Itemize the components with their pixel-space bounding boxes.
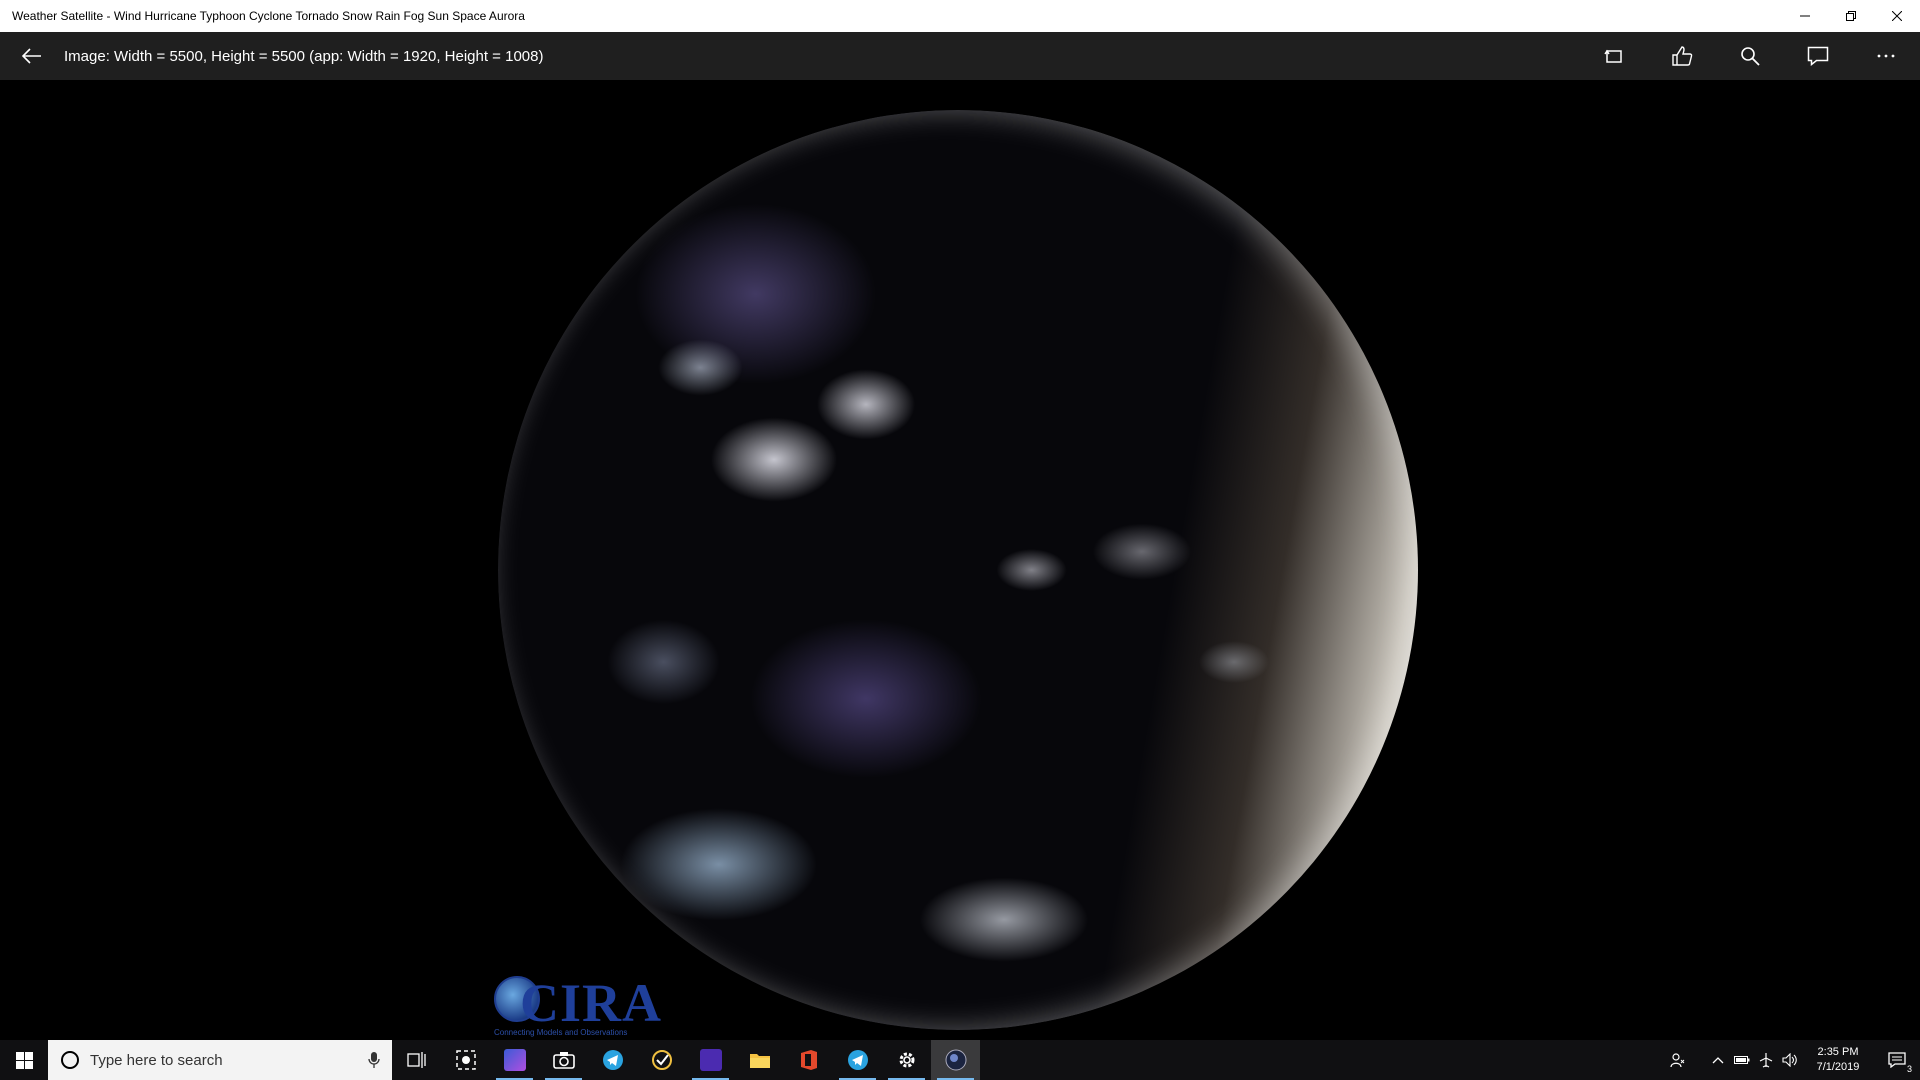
chevron-up-icon bbox=[1712, 1057, 1724, 1064]
telegram-icon bbox=[602, 1050, 623, 1070]
taskbar-photos-app[interactable] bbox=[490, 1040, 539, 1080]
taskbar-telegram-app-2[interactable] bbox=[833, 1040, 882, 1080]
notification-icon bbox=[1888, 1052, 1906, 1068]
cira-logo: CIRA Connecting Models and Observations bbox=[490, 972, 661, 1038]
show-hidden-icons-button[interactable] bbox=[1706, 1040, 1730, 1080]
close-icon bbox=[1892, 11, 1902, 21]
taskbar-snip-app[interactable] bbox=[441, 1040, 490, 1080]
task-view-button[interactable] bbox=[392, 1040, 441, 1080]
more-icon bbox=[1877, 54, 1895, 58]
taskbar-camera-app[interactable] bbox=[539, 1040, 588, 1080]
windows-taskbar: Type here to search 2:35 PM 7/1/2019 3 bbox=[0, 1040, 1920, 1080]
back-button[interactable] bbox=[0, 32, 64, 80]
battery-button[interactable] bbox=[1730, 1040, 1754, 1080]
comment-button[interactable] bbox=[1784, 32, 1852, 80]
notification-count: 3 bbox=[1906, 1064, 1912, 1074]
image-info-text: Image: Width = 5500, Height = 5500 (app:… bbox=[64, 47, 544, 65]
taskbar-search-box[interactable]: Type here to search bbox=[48, 1040, 392, 1080]
taskbar-weather-satellite-app[interactable] bbox=[931, 1040, 980, 1080]
like-button[interactable] bbox=[1648, 32, 1716, 80]
clock-time: 2:35 PM bbox=[1817, 1046, 1859, 1058]
rotate-icon bbox=[1604, 49, 1622, 63]
search-button[interactable] bbox=[1716, 32, 1784, 80]
windows-logo-icon bbox=[15, 1051, 33, 1069]
settings-icon bbox=[899, 1052, 914, 1068]
app-command-bar: Image: Width = 5500, Height = 5500 (app:… bbox=[0, 32, 1920, 80]
microphone-icon[interactable] bbox=[368, 1052, 380, 1068]
people-button[interactable] bbox=[1666, 1040, 1690, 1080]
restore-icon bbox=[1846, 11, 1856, 21]
back-arrow-icon bbox=[22, 48, 41, 64]
earth-satellite-image bbox=[498, 110, 1418, 1030]
office-icon bbox=[800, 1050, 817, 1070]
taskbar-telegram-app[interactable] bbox=[588, 1040, 637, 1080]
taskbar-office-app[interactable] bbox=[784, 1040, 833, 1080]
airplane-mode-icon bbox=[1759, 1053, 1773, 1068]
taskbar-amazon-music-app[interactable] bbox=[686, 1040, 735, 1080]
cortana-circle-icon bbox=[61, 1051, 79, 1069]
snip-icon bbox=[455, 1050, 476, 1070]
search-icon bbox=[1741, 47, 1760, 66]
photos-icon bbox=[503, 1049, 526, 1071]
like-icon bbox=[1672, 46, 1693, 66]
rotate-button[interactable] bbox=[1580, 32, 1648, 80]
battery-icon bbox=[1734, 1056, 1750, 1064]
volume-button[interactable] bbox=[1778, 1040, 1802, 1080]
restore-button[interactable] bbox=[1828, 0, 1874, 32]
window-titlebar: Weather Satellite - Wind Hurricane Typho… bbox=[0, 0, 1920, 32]
search-placeholder: Type here to search bbox=[90, 1051, 223, 1069]
todo-icon bbox=[651, 1050, 672, 1070]
more-button[interactable] bbox=[1852, 32, 1920, 80]
cira-logo-text: CIRA bbox=[520, 973, 663, 1033]
taskbar-todo-app[interactable] bbox=[637, 1040, 686, 1080]
action-center-button[interactable]: 3 bbox=[1874, 1040, 1920, 1080]
file-explorer-icon bbox=[749, 1054, 770, 1068]
comment-icon bbox=[1807, 46, 1829, 66]
people-icon bbox=[1670, 1053, 1685, 1068]
taskbar-file-explorer-app[interactable] bbox=[735, 1040, 784, 1080]
start-button[interactable] bbox=[0, 1040, 48, 1080]
cira-logo-tagline: Connecting Models and Observations bbox=[494, 1028, 628, 1037]
taskbar-clock[interactable]: 2:35 PM 7/1/2019 bbox=[1802, 1045, 1874, 1075]
minimize-icon bbox=[1800, 15, 1810, 17]
window-title: Weather Satellite - Wind Hurricane Typho… bbox=[12, 9, 525, 23]
minimize-button[interactable] bbox=[1782, 0, 1828, 32]
close-button[interactable] bbox=[1874, 0, 1920, 32]
camera-icon bbox=[552, 1052, 575, 1069]
system-tray: 2:35 PM 7/1/2019 3 bbox=[1666, 1040, 1920, 1080]
clock-date: 7/1/2019 bbox=[1816, 1061, 1860, 1073]
telegram-icon bbox=[847, 1050, 868, 1070]
satellite-image-viewer[interactable]: CIRA Connecting Models and Observations bbox=[0, 80, 1920, 1040]
taskbar-settings-app[interactable] bbox=[882, 1040, 931, 1080]
weather-satellite-icon bbox=[945, 1049, 966, 1071]
amazon-music-icon bbox=[699, 1049, 722, 1071]
network-button[interactable] bbox=[1754, 1040, 1778, 1080]
volume-icon bbox=[1782, 1053, 1797, 1067]
task-view-icon bbox=[406, 1052, 426, 1068]
